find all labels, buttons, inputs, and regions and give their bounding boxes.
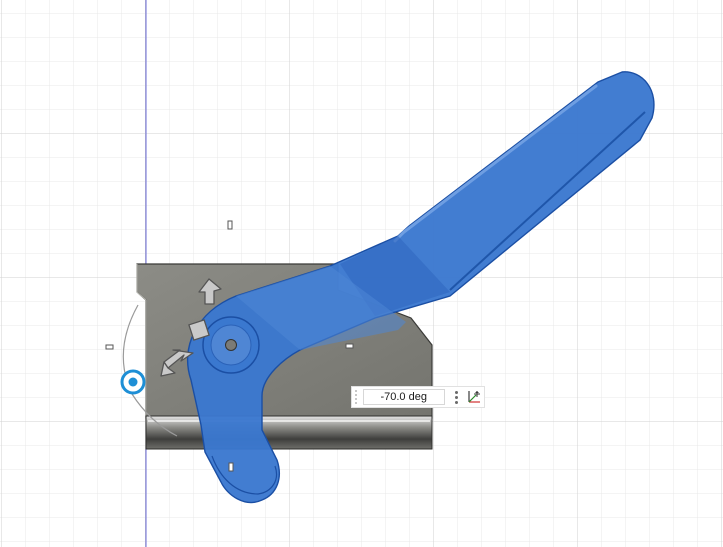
axis-triad-icon[interactable] xyxy=(465,387,484,407)
sketch-point-marker[interactable] xyxy=(228,462,234,472)
drag-grip[interactable] xyxy=(352,387,361,407)
sketch-point-marker[interactable] xyxy=(227,220,233,230)
canvas-viewport[interactable] xyxy=(0,0,723,547)
rotate-handle[interactable] xyxy=(120,369,146,395)
sketch-point-marker[interactable] xyxy=(105,344,114,350)
sketch-point-marker[interactable] xyxy=(345,343,354,349)
angle-input-panel xyxy=(351,386,485,408)
angle-input[interactable] xyxy=(362,389,445,405)
pivot-hole xyxy=(225,339,237,351)
vertical-ellipsis-icon[interactable] xyxy=(451,387,463,407)
